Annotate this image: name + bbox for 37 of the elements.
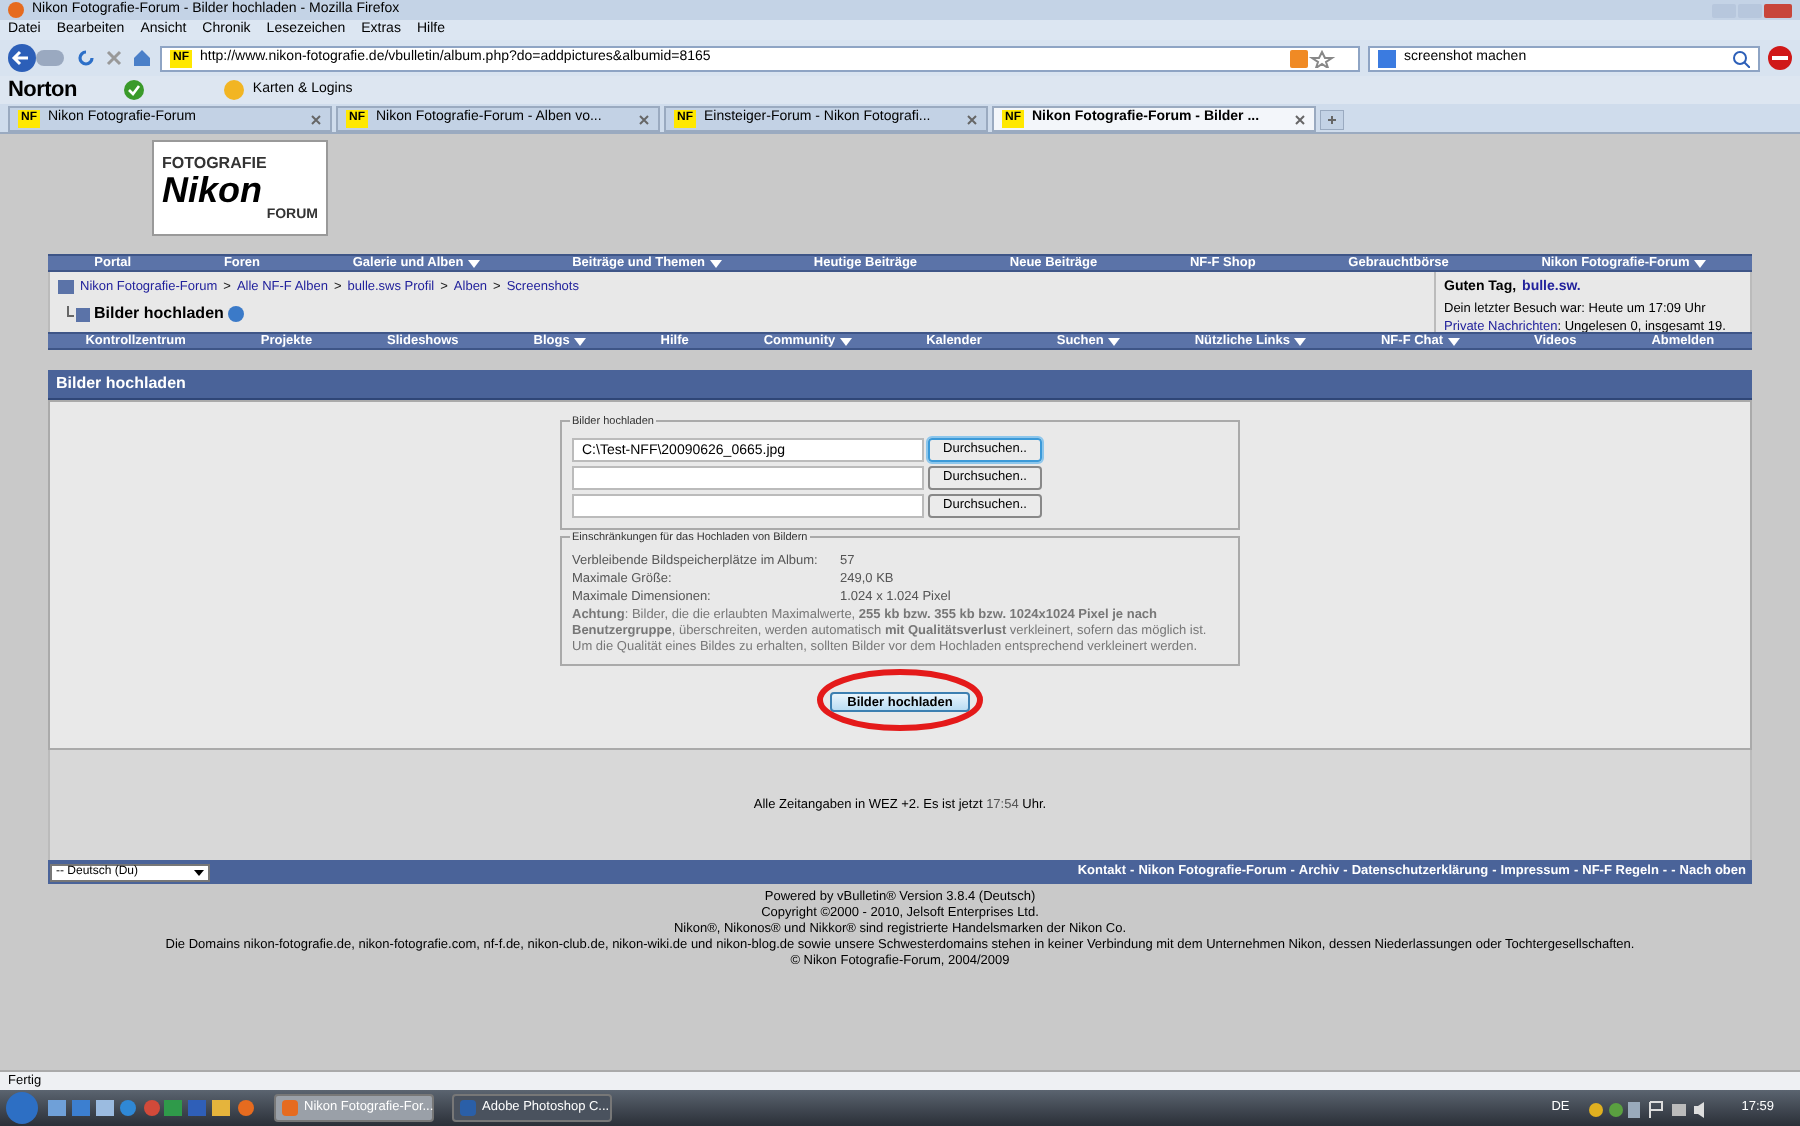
- forum-icon: [58, 280, 74, 295]
- home-icon[interactable]: [132, 48, 152, 68]
- page-title: Bilder hochladen: [94, 301, 224, 326]
- new-tab-icon[interactable]: [1320, 110, 1344, 130]
- close-icon[interactable]: [966, 113, 978, 125]
- stop-icon[interactable]: [104, 48, 124, 68]
- section-header: Bilder hochladen: [48, 370, 1752, 400]
- dropdown-arrow-icon: [1294, 337, 1307, 345]
- reload-icon[interactable]: [76, 48, 96, 68]
- adblock-icon[interactable]: [1768, 46, 1792, 70]
- file-path-field[interactable]: [572, 466, 924, 490]
- app-icon: [460, 1100, 476, 1116]
- dropdown-arrow-icon: [573, 337, 586, 345]
- file-path-field[interactable]: [572, 494, 924, 518]
- dropdown-arrow-icon: [467, 259, 480, 267]
- close-icon[interactable]: [310, 113, 322, 125]
- dropdown-arrow-icon: [1447, 337, 1460, 345]
- window-controls-icon[interactable]: [1712, 1, 1792, 19]
- start-button-icon[interactable]: [6, 1092, 38, 1124]
- search-icon[interactable]: [1732, 49, 1750, 67]
- close-icon[interactable]: [638, 113, 650, 125]
- checkmark-icon[interactable]: [124, 80, 145, 100]
- close-icon[interactable]: [1294, 113, 1306, 125]
- norton-menu[interactable]: Norton: [8, 73, 77, 107]
- logo-text: Nikon: [162, 171, 263, 207]
- dropdown-arrow-icon: [709, 259, 722, 267]
- search-engine-icon: [1378, 49, 1396, 67]
- system-tray-icons[interactable]: [1587, 1099, 1708, 1117]
- back-forward-icon[interactable]: [8, 44, 68, 72]
- dropdown-arrow-icon: [1107, 337, 1120, 345]
- dropdown-arrow-icon: [1693, 259, 1706, 267]
- quick-launch-icons[interactable]: [48, 1098, 256, 1118]
- logo-text: FOTOGRAFIE: [162, 155, 267, 171]
- dropdown-arrow-icon: [194, 869, 204, 875]
- app-icon: [282, 1100, 298, 1116]
- dropdown-arrow-icon: [839, 337, 852, 345]
- folder-icon: [66, 305, 90, 322]
